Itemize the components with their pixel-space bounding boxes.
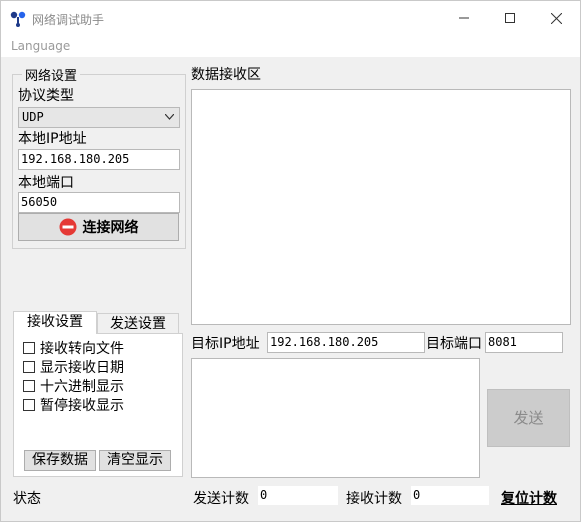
target-ip-input[interactable]: 192.168.180.205 <box>267 332 425 353</box>
window-title: 网络调试助手 <box>32 13 105 27</box>
checkbox-label: 暂停接收显示 <box>40 398 124 414</box>
chevron-down-icon <box>165 114 174 120</box>
close-button[interactable] <box>533 1 579 35</box>
checkbox-pause-recv[interactable]: 暂停接收显示 <box>23 395 124 415</box>
recv-count-label: 接收计数 <box>346 491 402 507</box>
protocol-value: UDP <box>22 110 44 124</box>
stop-icon <box>59 218 76 236</box>
network-settings-title: 网络设置 <box>22 65 81 84</box>
checkbox-recv-to-file[interactable]: 接收转向文件 <box>23 338 124 358</box>
recv-area-title: 数据接收区 <box>191 67 261 83</box>
title-bar: 网络调试助手 <box>1 1 580 35</box>
menu-bar: Language <box>1 35 580 57</box>
recv-count-value: 0 <box>410 485 490 506</box>
local-ip-input[interactable]: 192.168.180.205 <box>18 149 180 170</box>
send-textarea[interactable] <box>191 358 480 478</box>
network-app-icon <box>10 11 26 27</box>
minimize-button[interactable] <box>441 1 487 35</box>
local-port-input[interactable]: 56050 <box>18 192 180 213</box>
target-port-label: 目标端口 <box>426 336 482 352</box>
minimize-icon <box>459 17 469 19</box>
app-window: 网络调试助手 Language 网络设置 协议类型 UDP 本地IP地址 192… <box>0 0 581 522</box>
checkbox-hex-display[interactable]: 十六进制显示 <box>23 376 124 396</box>
tab-recv-settings[interactable]: 接收设置 <box>13 311 97 334</box>
local-port-label: 本地端口 <box>18 175 74 191</box>
connect-button[interactable]: 连接网络 <box>18 213 179 241</box>
checkbox-label: 接收转向文件 <box>40 341 124 357</box>
local-ip-label: 本地IP地址 <box>18 131 87 147</box>
clear-display-button[interactable]: 清空显示 <box>99 450 171 471</box>
status-label: 状态 <box>13 491 41 507</box>
protocol-select[interactable]: UDP <box>18 107 180 128</box>
save-data-button[interactable]: 保存数据 <box>24 450 96 471</box>
checkbox-label: 显示接收日期 <box>40 360 124 376</box>
checkbox-box[interactable] <box>23 399 35 411</box>
close-icon <box>550 12 562 24</box>
checkbox-box[interactable] <box>23 380 35 392</box>
protocol-label: 协议类型 <box>18 88 74 104</box>
connect-label: 连接网络 <box>82 220 139 236</box>
checkbox-show-recv-date[interactable]: 显示接收日期 <box>23 357 124 377</box>
checkbox-label: 十六进制显示 <box>40 379 124 395</box>
target-ip-label: 目标IP地址 <box>191 336 260 352</box>
tab-send-settings[interactable]: 发送设置 <box>97 313 179 335</box>
send-count-label: 发送计数 <box>193 491 249 507</box>
checkbox-box[interactable] <box>23 361 35 373</box>
maximize-button[interactable] <box>487 1 533 35</box>
checkbox-box[interactable] <box>23 342 35 354</box>
target-port-input[interactable]: 8081 <box>485 332 563 353</box>
menu-language[interactable]: Language <box>11 39 70 53</box>
maximize-icon <box>505 13 515 23</box>
send-count-value: 0 <box>257 485 339 506</box>
reset-count-button[interactable]: 复位计数 <box>501 488 557 508</box>
recv-textarea[interactable] <box>191 89 571 325</box>
send-button[interactable]: 发送 <box>487 389 570 447</box>
